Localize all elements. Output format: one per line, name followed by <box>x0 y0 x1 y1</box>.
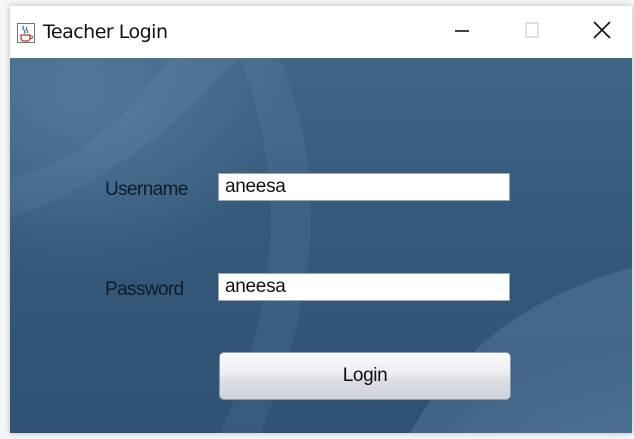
maximize-icon <box>522 20 542 45</box>
minimize-button[interactable] <box>427 6 497 58</box>
title-bar[interactable]: Teacher Login <box>10 6 632 58</box>
window-title: Teacher Login <box>43 21 168 43</box>
login-window: Teacher Login Username aneesa Password a… <box>10 6 632 433</box>
minimize-icon <box>452 20 472 45</box>
close-icon <box>591 19 613 46</box>
close-button[interactable] <box>567 6 632 58</box>
username-label: Username <box>105 179 188 200</box>
password-input[interactable] <box>218 273 510 301</box>
login-button[interactable]: Login <box>219 352 511 400</box>
username-input[interactable] <box>218 173 510 201</box>
password-label: Password <box>105 279 184 300</box>
maximize-button[interactable] <box>497 6 567 58</box>
login-panel: Username Password Login <box>10 58 632 433</box>
java-cup-icon <box>17 23 35 43</box>
